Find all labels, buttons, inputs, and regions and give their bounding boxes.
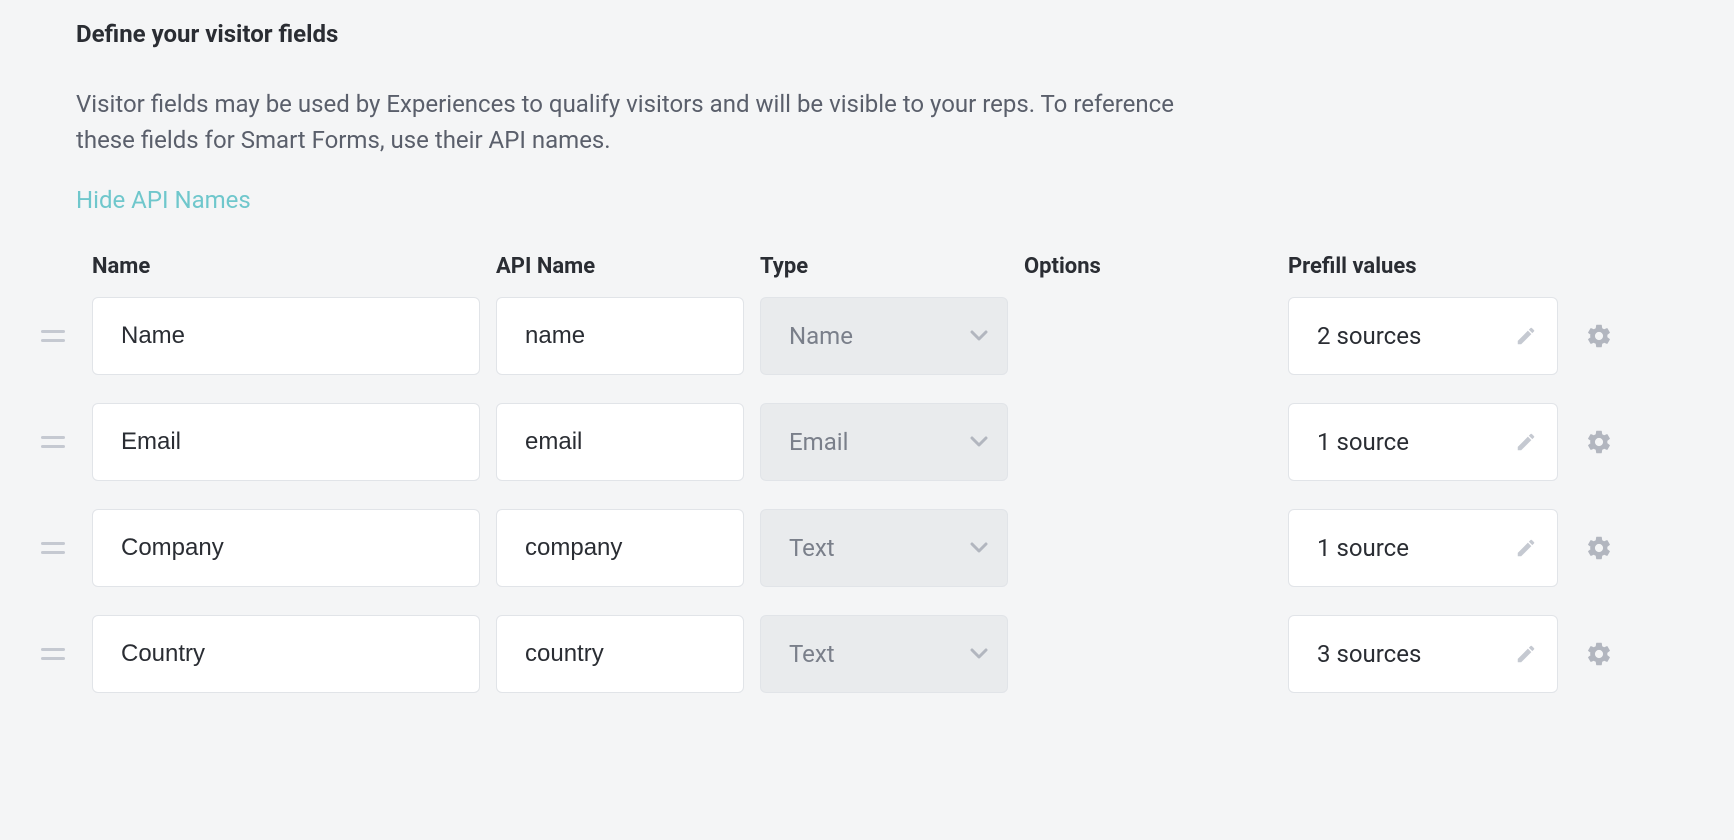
toggle-api-names-link[interactable]: Hide API Names	[76, 186, 251, 214]
drag-handle-icon[interactable]	[30, 436, 76, 448]
name-input[interactable]	[92, 403, 480, 481]
settings-button[interactable]	[1574, 526, 1624, 570]
gear-icon	[1585, 428, 1613, 456]
type-select-value: Text	[789, 640, 835, 668]
drag-handle-icon[interactable]	[30, 330, 76, 342]
table-row: Name 2 sources	[30, 297, 1704, 375]
gear-icon	[1585, 640, 1613, 668]
prefill-button[interactable]: 2 sources	[1288, 297, 1558, 375]
type-select[interactable]: Text	[760, 509, 1008, 587]
table-header-row: Name API Name Type Options Prefill value…	[30, 254, 1704, 279]
name-input[interactable]	[92, 509, 480, 587]
page-description: Visitor fields may be used by Experience…	[76, 86, 1176, 158]
fields-table: Name API Name Type Options Prefill value…	[30, 254, 1704, 693]
api-name-input[interactable]	[496, 615, 744, 693]
drag-handle-icon[interactable]	[30, 542, 76, 554]
prefill-button[interactable]: 1 source	[1288, 509, 1558, 587]
settings-button[interactable]	[1574, 632, 1624, 676]
column-header-name: Name	[92, 254, 480, 279]
api-name-input[interactable]	[496, 509, 744, 587]
page-title: Define your visitor fields	[76, 20, 1704, 48]
name-input[interactable]	[92, 615, 480, 693]
type-select-value: Text	[789, 534, 835, 562]
type-select[interactable]: Name	[760, 297, 1008, 375]
pencil-icon	[1515, 431, 1537, 453]
prefill-label: 2 sources	[1317, 322, 1421, 350]
type-select-value: Email	[789, 428, 848, 456]
pencil-icon	[1515, 325, 1537, 347]
gear-icon	[1585, 534, 1613, 562]
table-row: Text 1 source	[30, 509, 1704, 587]
column-header-api-name: API Name	[496, 254, 744, 279]
type-select-value: Name	[789, 322, 853, 350]
column-header-prefill: Prefill values	[1288, 254, 1558, 279]
type-select[interactable]: Email	[760, 403, 1008, 481]
drag-handle-icon[interactable]	[30, 648, 76, 660]
table-row: Text 3 sources	[30, 615, 1704, 693]
gear-icon	[1585, 322, 1613, 350]
type-select[interactable]: Text	[760, 615, 1008, 693]
pencil-icon	[1515, 537, 1537, 559]
column-header-type: Type	[760, 254, 1008, 279]
pencil-icon	[1515, 643, 1537, 665]
api-name-input[interactable]	[496, 297, 744, 375]
column-header-options: Options	[1024, 254, 1272, 279]
api-name-input[interactable]	[496, 403, 744, 481]
prefill-button[interactable]: 1 source	[1288, 403, 1558, 481]
prefill-label: 1 source	[1317, 428, 1409, 456]
settings-button[interactable]	[1574, 314, 1624, 358]
prefill-label: 3 sources	[1317, 640, 1421, 668]
table-row: Email 1 source	[30, 403, 1704, 481]
prefill-button[interactable]: 3 sources	[1288, 615, 1558, 693]
name-input[interactable]	[92, 297, 480, 375]
settings-button[interactable]	[1574, 420, 1624, 464]
prefill-label: 1 source	[1317, 534, 1409, 562]
